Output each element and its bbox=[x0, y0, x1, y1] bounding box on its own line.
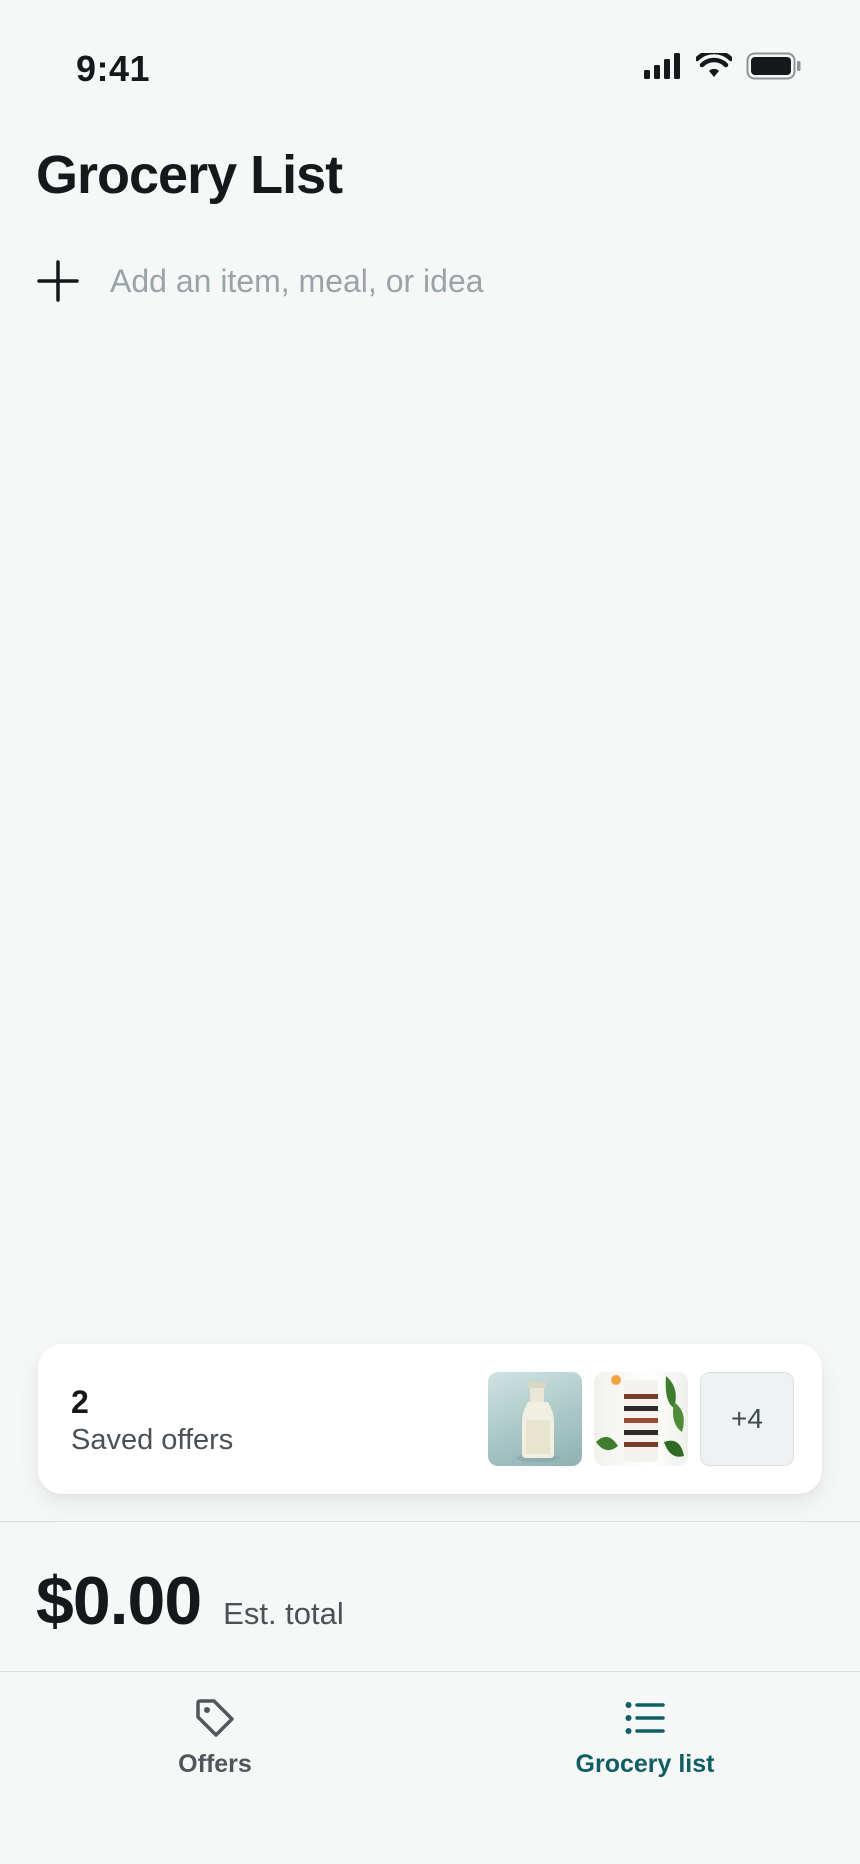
tag-icon bbox=[193, 1696, 237, 1740]
offer-thumbnail-jar-plant[interactable] bbox=[594, 1372, 688, 1466]
status-icons bbox=[644, 49, 802, 85]
saved-offers-card[interactable]: 2 Saved offers +4 bbox=[38, 1344, 822, 1494]
page-title: Grocery List bbox=[36, 145, 343, 205]
saved-offers-label: Saved offers bbox=[71, 1424, 234, 1456]
wifi-icon bbox=[694, 49, 734, 84]
tab-grocery-list[interactable]: Grocery list bbox=[525, 1696, 765, 1779]
estimated-total: $0.00 Est. total bbox=[36, 1562, 344, 1640]
more-offers-button[interactable]: +4 bbox=[700, 1372, 794, 1466]
add-item-input[interactable] bbox=[110, 262, 710, 300]
divider bbox=[0, 1521, 860, 1522]
list-icon bbox=[623, 1696, 667, 1740]
tab-offers-label: Offers bbox=[178, 1750, 252, 1778]
tab-grocery-list-label: Grocery list bbox=[575, 1750, 715, 1778]
status-time: 9:41 bbox=[76, 48, 151, 89]
total-amount: $0.00 bbox=[36, 1563, 202, 1639]
plus-icon[interactable] bbox=[36, 259, 80, 303]
total-label: Est. total bbox=[223, 1596, 344, 1631]
status-bar: 9:41 bbox=[0, 0, 860, 140]
battery-icon bbox=[746, 52, 802, 85]
divider bbox=[0, 1671, 860, 1672]
tab-offers[interactable]: Offers bbox=[95, 1696, 335, 1779]
saved-offers-count: 2 bbox=[71, 1384, 89, 1420]
add-item-row[interactable] bbox=[36, 250, 816, 312]
offer-thumbnail-milk-bottle[interactable] bbox=[488, 1372, 582, 1466]
signal-icon bbox=[644, 53, 682, 84]
